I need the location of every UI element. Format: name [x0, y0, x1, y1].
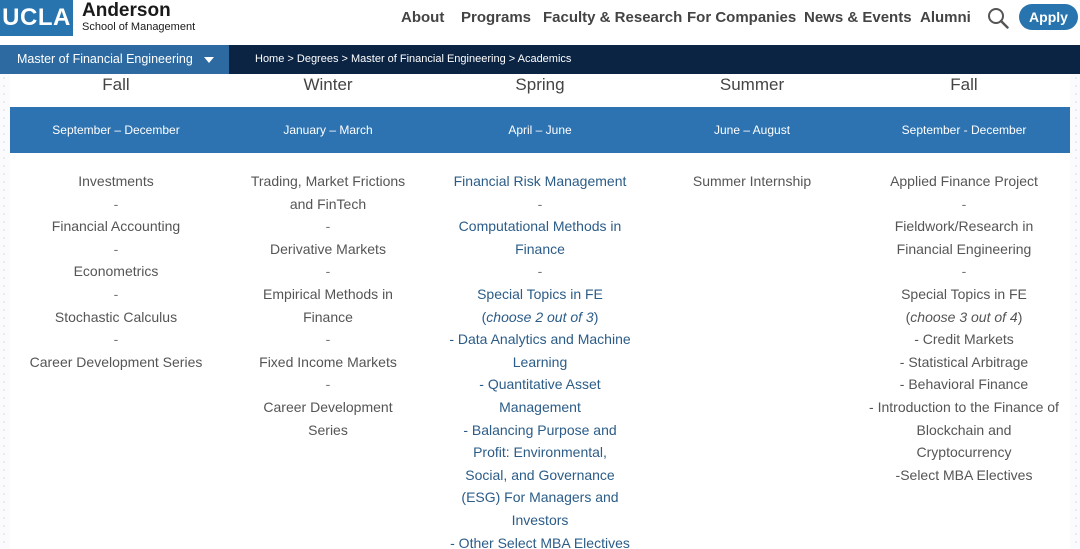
separator: - — [113, 285, 119, 302]
course-derivative-markets: Derivative Markets — [270, 240, 386, 257]
apply-button[interactable]: Apply — [1019, 4, 1078, 30]
chevron-down-icon — [204, 57, 214, 63]
course-trading-fintech: Trading, Market Frictions and FinTech — [250, 173, 406, 212]
season-winter: Winter — [303, 75, 353, 94]
dates-spring: April – June — [508, 123, 572, 137]
sub-nav: Master of Financial Engineering Home > D… — [0, 45, 1080, 74]
course-career-development: Career Development Series — [263, 398, 393, 438]
course-stochastic-calculus: Stochastic Calculus — [54, 308, 178, 325]
course-applied-finance-project: Applied Finance Project — [890, 173, 1038, 189]
nav-alumni[interactable]: Alumni — [920, 9, 971, 26]
courses-fall-2: Applied Finance Project - Fieldwork/Rese… — [858, 170, 1070, 486]
course-computational-methods[interactable]: Computational Methods in Finance — [434, 215, 646, 260]
separator: - — [961, 195, 967, 212]
dates-winter: January – March — [283, 123, 373, 137]
nav-programs[interactable]: Programs — [461, 9, 531, 26]
choose-note: (choose 2 out of 3) — [481, 308, 599, 325]
separator: - — [537, 195, 543, 212]
dates-summer: June – August — [713, 123, 791, 137]
nav-news-events[interactable]: News & Events — [804, 9, 912, 26]
course-investments: Investments — [78, 173, 154, 189]
separator: - — [113, 331, 119, 348]
nav-for-companies[interactable]: For Companies — [687, 9, 796, 26]
anderson-logo-name[interactable]: Anderson — [82, 1, 171, 21]
season-fall-1: Fall — [102, 75, 130, 94]
course-empirical-methods: Empirical Methods in Finance — [263, 285, 393, 325]
course-esg[interactable]: - Balancing Purpose and Profit: Environm… — [434, 419, 646, 532]
course-behavioral-finance: - Behavioral Finance — [899, 376, 1029, 393]
season-fall-2: Fall — [950, 75, 978, 94]
course-financial-accounting: Financial Accounting — [51, 218, 181, 235]
separator: - — [113, 195, 119, 212]
course-summer-internship: Summer Internship — [692, 173, 812, 189]
nav-about[interactable]: About — [401, 9, 444, 26]
dates-fall-2: September - December — [901, 123, 1027, 137]
season-spring: Spring — [515, 75, 565, 94]
course-financial-risk-management[interactable]: Financial Risk Management — [434, 170, 646, 193]
separator: - — [325, 263, 331, 280]
separator: - — [325, 218, 331, 235]
separator: - — [961, 263, 967, 280]
courses-winter: Trading, Market Frictions and FinTech - … — [222, 170, 434, 441]
season-summer: Summer — [719, 75, 785, 94]
courses-summer: Summer Internship — [646, 170, 858, 193]
course-statistical-arbitrage: - Statistical Arbitrage — [899, 353, 1029, 370]
course-career-development: Career Development Series — [29, 353, 203, 370]
course-econometrics: Econometrics — [73, 263, 159, 280]
separator: - — [325, 376, 331, 393]
breadcrumb: Home > Degrees > Master of Financial Eng… — [255, 53, 572, 65]
course-select-mba-electives: -Select MBA Electives — [895, 466, 1033, 483]
separator: - — [537, 263, 543, 280]
ucla-logo[interactable]: UCLA — [0, 0, 73, 36]
course-special-topics[interactable]: Special Topics in FE — [434, 283, 646, 306]
course-quantitative-asset-mgmt[interactable]: - Quantitative Asset Management — [434, 373, 646, 418]
choose-note: (choose 3 out of 4) — [905, 308, 1023, 325]
search-icon[interactable] — [987, 7, 1009, 29]
course-other-mba-electives[interactable]: - Other Select MBA Electives — [434, 532, 646, 549]
course-blockchain-crypto: - Introduction to the Finance of Blockch… — [869, 398, 1059, 461]
course-data-analytics-ml[interactable]: - Data Analytics and Machine Learning — [434, 328, 646, 373]
program-dropdown[interactable]: Master of Financial Engineering — [0, 45, 229, 74]
separator: - — [325, 331, 331, 348]
anderson-logo-sub[interactable]: School of Management — [82, 21, 195, 33]
course-fixed-income: Fixed Income Markets — [259, 353, 397, 370]
site-header: UCLA Anderson School of Management About… — [0, 0, 1080, 45]
courses-spring: Financial Risk Management - Computationa… — [434, 170, 646, 549]
courses-fall-1: Investments - Financial Accounting - Eco… — [10, 170, 222, 373]
nav-faculty-research[interactable]: Faculty & Research — [543, 9, 682, 26]
course-special-topics: Special Topics in FE — [901, 285, 1027, 302]
dates-fall-1: September – December — [52, 123, 180, 137]
program-dropdown-label: Master of Financial Engineering — [17, 52, 193, 66]
separator: - — [113, 240, 119, 257]
course-fieldwork-research: Fieldwork/Research in Financial Engineer… — [894, 218, 1034, 257]
course-credit-markets: - Credit Markets — [914, 331, 1014, 348]
